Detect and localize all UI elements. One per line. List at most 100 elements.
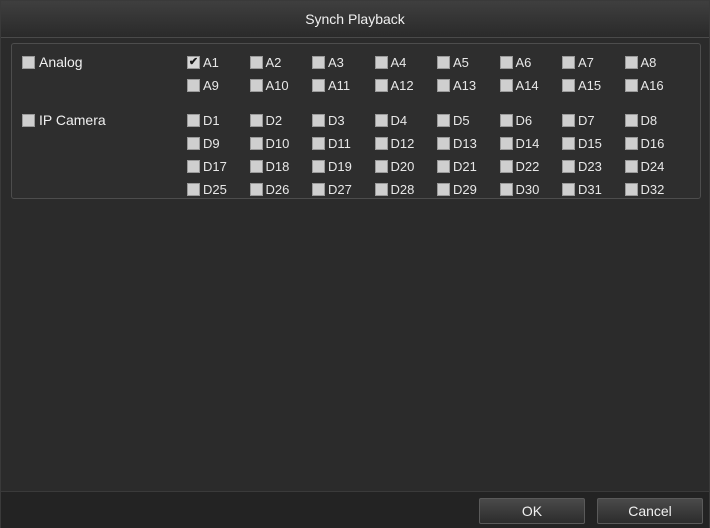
checkbox-icon [499, 114, 513, 127]
channel-checkbox-a8[interactable]: A8 [624, 54, 688, 71]
channel-label: D31 [578, 182, 602, 197]
checkbox-icon [312, 79, 325, 92]
channel-label: D30 [515, 182, 540, 197]
checkbox-icon [437, 79, 450, 92]
checkbox-icon [499, 56, 513, 69]
channel-checkbox-a11[interactable]: A11 [312, 77, 375, 94]
checkbox-icon [374, 79, 388, 92]
channel-checkbox-d6[interactable]: D6 [499, 112, 563, 129]
channel-label: A3 [328, 55, 344, 70]
ip-camera-checkbox-icon [22, 113, 35, 127]
checkbox-icon [562, 114, 575, 127]
channel-checkbox-d20[interactable]: D20 [374, 158, 438, 175]
checkbox-icon [249, 183, 263, 196]
channel-checkbox-a12[interactable]: A12 [374, 77, 438, 94]
checkbox-icon [624, 79, 638, 92]
checkbox-icon [374, 137, 388, 150]
channel-checkbox-a9[interactable]: A9 [187, 77, 250, 94]
channel-label: A13 [453, 78, 477, 93]
channel-checkbox-a6[interactable]: A6 [499, 54, 563, 71]
channel-checkbox-d12[interactable]: D12 [374, 135, 438, 152]
channel-label: D7 [578, 113, 595, 128]
channel-label: A1 [203, 55, 219, 70]
channel-checkbox-d26[interactable]: D26 [249, 181, 313, 198]
channel-label: A15 [578, 78, 602, 93]
channel-label: D15 [578, 136, 602, 151]
channel-checkbox-a16[interactable]: A16 [624, 77, 688, 94]
channel-checkbox-d25[interactable]: D25 [187, 181, 250, 198]
checkbox-icon [437, 137, 450, 150]
channel-checkbox-d5[interactable]: D5 [437, 112, 500, 129]
ok-button[interactable]: OK [479, 498, 585, 524]
channel-checkbox-d30[interactable]: D30 [499, 181, 563, 198]
channel-label: A6 [515, 55, 532, 70]
channel-checkbox-d1[interactable]: D1 [187, 112, 250, 129]
channel-checkbox-a4[interactable]: A4 [374, 54, 438, 71]
channel-checkbox-d18[interactable]: D18 [249, 158, 313, 175]
channel-label: D9 [203, 136, 220, 151]
channel-checkbox-d24[interactable]: D24 [624, 158, 688, 175]
channel-label: D4 [390, 113, 408, 128]
channel-checkbox-d22[interactable]: D22 [499, 158, 563, 175]
channel-checkbox-d29[interactable]: D29 [437, 181, 500, 198]
channel-checkbox-d14[interactable]: D14 [499, 135, 563, 152]
analog-label: Analog [39, 54, 83, 70]
channel-checkbox-d27[interactable]: D27 [312, 181, 375, 198]
channel-checkbox-d13[interactable]: D13 [437, 135, 500, 152]
channel-label: D8 [640, 113, 658, 128]
channel-checkbox-d4[interactable]: D4 [374, 112, 438, 129]
channel-checkbox-d3[interactable]: D3 [312, 112, 375, 129]
channel-label: D2 [265, 113, 283, 128]
channel-checkbox-d10[interactable]: D10 [249, 135, 313, 152]
channel-label: D19 [328, 159, 352, 174]
channel-checkbox-d7[interactable]: D7 [562, 112, 625, 129]
channel-label: D6 [515, 113, 533, 128]
checkbox-icon [187, 79, 200, 92]
channel-checkbox-d19[interactable]: D19 [312, 158, 375, 175]
channel-checkbox-d9[interactable]: D9 [187, 135, 250, 152]
channel-label: D25 [203, 182, 227, 197]
channel-checkbox-a2[interactable]: A2 [249, 54, 313, 71]
channel-checkbox-a1[interactable]: ✔ A1 [187, 54, 250, 71]
channel-checkbox-d15[interactable]: D15 [562, 135, 625, 152]
channel-checkbox-d8[interactable]: D8 [624, 112, 688, 129]
channel-label: D13 [453, 136, 477, 151]
channel-label: A5 [453, 55, 469, 70]
channel-checkbox-d17[interactable]: D17 [187, 158, 250, 175]
ip-camera-group-checkbox[interactable]: IP Camera [22, 112, 106, 128]
checkbox-icon [562, 183, 575, 196]
channel-checkbox-d28[interactable]: D28 [374, 181, 438, 198]
channel-checkbox-d2[interactable]: D2 [249, 112, 313, 129]
channel-label: A9 [203, 78, 219, 93]
channel-label: A11 [328, 78, 351, 93]
cancel-button[interactable]: Cancel [597, 498, 703, 524]
channel-label: D22 [515, 159, 540, 174]
channel-checkbox-d11[interactable]: D11 [312, 135, 375, 152]
channel-checkbox-d31[interactable]: D31 [562, 181, 625, 198]
channel-checkbox-a3[interactable]: A3 [312, 54, 375, 71]
checkbox-icon [624, 137, 638, 150]
channel-checkbox-a10[interactable]: A10 [249, 77, 313, 94]
channel-label: D24 [640, 159, 665, 174]
channel-checkbox-a15[interactable]: A15 [562, 77, 625, 94]
channel-checkbox-d21[interactable]: D21 [437, 158, 500, 175]
dialog-title: Synch Playback [1, 1, 709, 38]
channel-label: D27 [328, 182, 352, 197]
channel-checkbox-a13[interactable]: A13 [437, 77, 500, 94]
channel-label: D28 [390, 182, 415, 197]
channel-checkbox-a7[interactable]: A7 [562, 54, 625, 71]
channel-checkbox-d32[interactable]: D32 [624, 181, 688, 198]
checkbox-icon [437, 114, 450, 127]
channel-checkbox-a14[interactable]: A14 [499, 77, 563, 94]
channel-checkbox-a5[interactable]: A5 [437, 54, 500, 71]
channel-label: A8 [640, 55, 657, 70]
checkbox-icon [312, 183, 325, 196]
channel-checkbox-d16[interactable]: D16 [624, 135, 688, 152]
checkbox-icon [374, 56, 388, 69]
checkbox-icon [499, 160, 513, 173]
checkbox-icon [437, 56, 450, 69]
checkbox-icon [374, 183, 388, 196]
channel-checkbox-d23[interactable]: D23 [562, 158, 625, 175]
analog-group-checkbox[interactable]: Analog [22, 54, 83, 70]
checkbox-icon [312, 56, 325, 69]
